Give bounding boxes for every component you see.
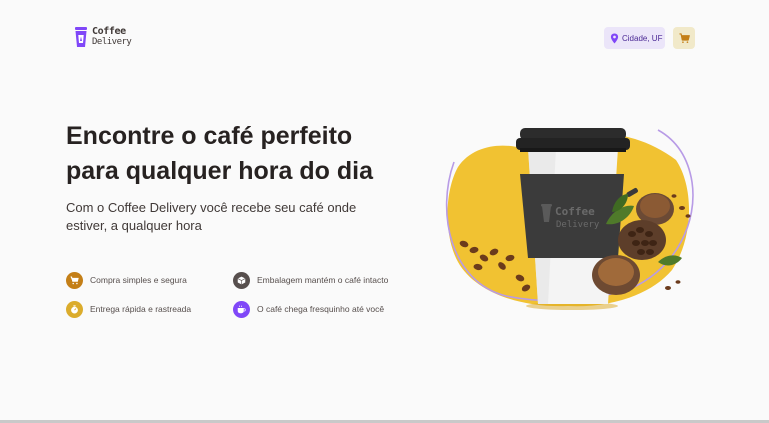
cup-brand: Coffee <box>555 205 595 218</box>
logo-subtitle: Delivery <box>92 37 132 47</box>
location-button[interactable]: Cidade, UF <box>604 27 665 49</box>
feature-label: Compra simples e segura <box>90 275 187 285</box>
shopping-cart-icon <box>66 271 83 289</box>
logo-brand: Coffee <box>92 26 126 37</box>
hero-title: Encontre o café perfeito para qualquer h… <box>66 122 373 185</box>
hero-coffee-illustration: Coffee Delivery <box>445 128 694 310</box>
location-label: Cidade, UF <box>622 33 663 43</box>
feature-item: O café chega fresquinho até você <box>233 300 413 318</box>
cup-subbrand: Delivery <box>556 220 600 230</box>
feature-item: Entrega rápida e rastreada <box>66 300 233 318</box>
hero-subtitle: Com o Coffee Delivery você recebe seu ca… <box>66 200 357 233</box>
feature-item: Embalagem mantém o café intacto <box>233 271 413 289</box>
cart-button[interactable] <box>673 27 695 49</box>
feature-label: O café chega fresquinho até você <box>257 304 385 314</box>
coffee-icon <box>233 300 250 318</box>
map-pin-icon <box>610 33 619 43</box>
feature-item: Compra simples e segura <box>66 271 233 289</box>
timer-icon <box>66 300 83 318</box>
package-icon <box>233 271 250 289</box>
feature-label: Embalagem mantém o café intacto <box>257 275 389 285</box>
logo[interactable]: Coffee Delivery <box>74 26 132 48</box>
landing-page: Coffee Delivery Cidade, UF Encontre o ca… <box>0 0 769 423</box>
coffee-cup-icon <box>75 27 87 47</box>
shopping-cart-icon <box>678 32 690 43</box>
feature-list: Compra simples e segura Embalagem mantém… <box>66 271 426 318</box>
feature-label: Entrega rápida e rastreada <box>90 304 192 314</box>
